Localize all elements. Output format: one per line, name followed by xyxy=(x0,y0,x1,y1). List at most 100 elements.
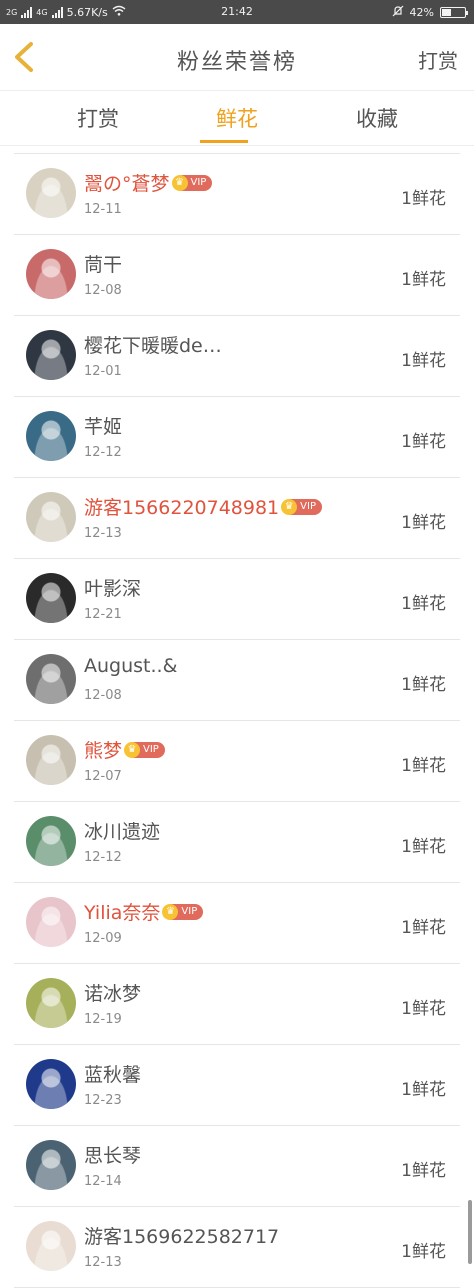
scrollbar[interactable] xyxy=(468,1200,472,1264)
avatar-image xyxy=(26,1140,76,1190)
crown-icon: ♛ xyxy=(124,741,141,758)
fan-name: 翯の°蒼梦 xyxy=(84,173,170,195)
gift-date: 12-19 xyxy=(84,1012,122,1027)
fan-name: 熊梦 xyxy=(84,740,123,762)
list-item[interactable]: 游客1566220748981 ♛ VIP 12-13 1鲜花 xyxy=(14,478,460,559)
flower-count: 1鲜花 xyxy=(401,1080,446,1100)
name-line: August..& xyxy=(84,655,177,677)
list-item[interactable]: 芊姬 12-12 1鲜花 xyxy=(14,397,460,478)
flower-count: 1鲜花 xyxy=(401,1161,446,1181)
vip-badge: ♛ VIP xyxy=(162,903,204,920)
battery-icon xyxy=(440,7,468,18)
crown-icon: ♛ xyxy=(162,903,179,920)
fan-name: 游客1566220748981 xyxy=(84,497,280,519)
flower-count: 1鲜花 xyxy=(401,432,446,452)
tab-flowers-label: 鲜花 xyxy=(216,107,258,131)
flower-count: 1鲜花 xyxy=(401,513,446,533)
list-item[interactable]: 蓝秋馨 12-23 1鲜花 xyxy=(14,1045,460,1126)
vip-label: VIP xyxy=(143,744,159,755)
vip-badge: ♛ VIP xyxy=(171,174,213,191)
avatar[interactable] xyxy=(26,411,76,461)
reward-button[interactable]: 打赏 xyxy=(418,45,458,74)
avatar[interactable] xyxy=(26,1059,76,1109)
gift-date: 12-23 xyxy=(84,1093,122,1108)
list-item[interactable]: 熊梦 ♛ VIP 12-07 1鲜花 xyxy=(14,721,460,802)
avatar[interactable] xyxy=(26,1221,76,1271)
gift-date: 12-08 xyxy=(84,283,122,298)
name-line: 熊梦 ♛ VIP xyxy=(84,736,165,763)
avatar-image xyxy=(26,168,76,218)
avatar[interactable] xyxy=(26,816,76,866)
flower-count: 1鲜花 xyxy=(401,1242,446,1262)
avatar-image xyxy=(26,411,76,461)
fan-name: 思长琴 xyxy=(84,1145,142,1167)
avatar[interactable] xyxy=(26,978,76,1028)
list-item[interactable]: 樱花下暖暖de… 12-01 1鲜花 xyxy=(14,316,460,397)
tab-flowers[interactable]: 鲜花 xyxy=(187,103,287,143)
list-item[interactable]: 诺冰梦 12-19 1鲜花 xyxy=(14,964,460,1045)
vip-label: VIP xyxy=(300,501,316,512)
flower-count: 1鲜花 xyxy=(401,270,446,290)
fan-name: Yilia奈奈 xyxy=(84,902,161,924)
gift-date: 12-14 xyxy=(84,1174,122,1189)
avatar[interactable] xyxy=(26,654,76,704)
name-line: 游客1566220748981 ♛ VIP xyxy=(84,493,322,520)
list-item[interactable]: 茼干 12-08 1鲜花 xyxy=(14,235,460,316)
flower-count: 1鲜花 xyxy=(401,189,446,209)
tab-reward[interactable]: 打赏 xyxy=(48,103,148,133)
avatar[interactable] xyxy=(26,330,76,380)
name-line: 叶影深 xyxy=(84,574,141,601)
avatar-image xyxy=(26,978,76,1028)
gift-date: 12-09 xyxy=(84,931,122,946)
gift-date: 12-13 xyxy=(84,526,122,541)
list-item[interactable]: 思长琴 12-14 1鲜花 xyxy=(14,1126,460,1207)
name-line: 冰川遗迹 xyxy=(84,817,160,844)
gift-date: 12-08 xyxy=(84,688,122,703)
avatar[interactable] xyxy=(26,249,76,299)
gift-date: 12-01 xyxy=(84,364,122,379)
flower-count: 1鲜花 xyxy=(401,999,446,1019)
avatar[interactable] xyxy=(26,735,76,785)
crown-icon: ♛ xyxy=(171,174,188,191)
gift-date: 12-21 xyxy=(84,607,122,622)
app-header: 粉丝荣誉榜 打赏 xyxy=(0,24,474,91)
gift-date: 12-07 xyxy=(84,769,122,784)
avatar-image xyxy=(26,816,76,866)
avatar[interactable] xyxy=(26,168,76,218)
name-line: 樱花下暖暖de… xyxy=(84,331,222,358)
gift-date: 12-12 xyxy=(84,445,122,460)
avatar-image xyxy=(26,1059,76,1109)
name-line: 游客1569622582717 xyxy=(84,1222,279,1249)
bell-off-icon xyxy=(392,5,404,20)
avatar-image xyxy=(26,654,76,704)
list-item[interactable]: 叶影深 12-21 1鲜花 xyxy=(14,559,460,640)
avatar-image xyxy=(26,1221,76,1271)
avatar[interactable] xyxy=(26,492,76,542)
avatar[interactable] xyxy=(26,897,76,947)
status-bar: 2G 4G 5.67K/s 21:42 42% xyxy=(0,0,474,24)
flower-count: 1鲜花 xyxy=(401,351,446,371)
tab-bar: 打赏 鲜花 收藏 xyxy=(0,91,474,146)
list-item[interactable]: 游客1569622582717 12-13 1鲜花 xyxy=(14,1207,460,1288)
list-item[interactable]: 冰川遗迹 12-12 1鲜花 xyxy=(14,802,460,883)
avatar[interactable] xyxy=(26,1140,76,1190)
vip-label: VIP xyxy=(190,177,207,188)
crown-icon: ♛ xyxy=(281,498,298,515)
list-item[interactable]: August..& 12-08 1鲜花 xyxy=(14,640,460,721)
avatar-image xyxy=(26,492,76,542)
vip-badge: ♛ VIP xyxy=(124,741,165,758)
name-line: 芊姬 xyxy=(84,412,122,439)
fan-name: 诺冰梦 xyxy=(84,983,142,1005)
tab-favorites[interactable]: 收藏 xyxy=(327,103,427,133)
list-item[interactable]: 翯の°蒼梦 ♛ VIP 12-11 1鲜花 xyxy=(14,154,460,235)
page-title: 粉丝荣誉榜 xyxy=(176,50,297,75)
vip-label: VIP xyxy=(181,906,198,917)
list-item[interactable]: Yilia奈奈 ♛ VIP 12-09 1鲜花 xyxy=(14,883,460,964)
name-line: 蓝秋馨 xyxy=(84,1060,141,1087)
name-line: 翯の°蒼梦 ♛ VIP xyxy=(84,169,213,196)
gift-date: 12-12 xyxy=(84,850,122,865)
flower-count: 1鲜花 xyxy=(401,594,446,614)
fan-name: 冰川遗迹 xyxy=(84,821,161,843)
name-line: Yilia奈奈 ♛ VIP xyxy=(84,898,204,925)
avatar[interactable] xyxy=(26,573,76,623)
